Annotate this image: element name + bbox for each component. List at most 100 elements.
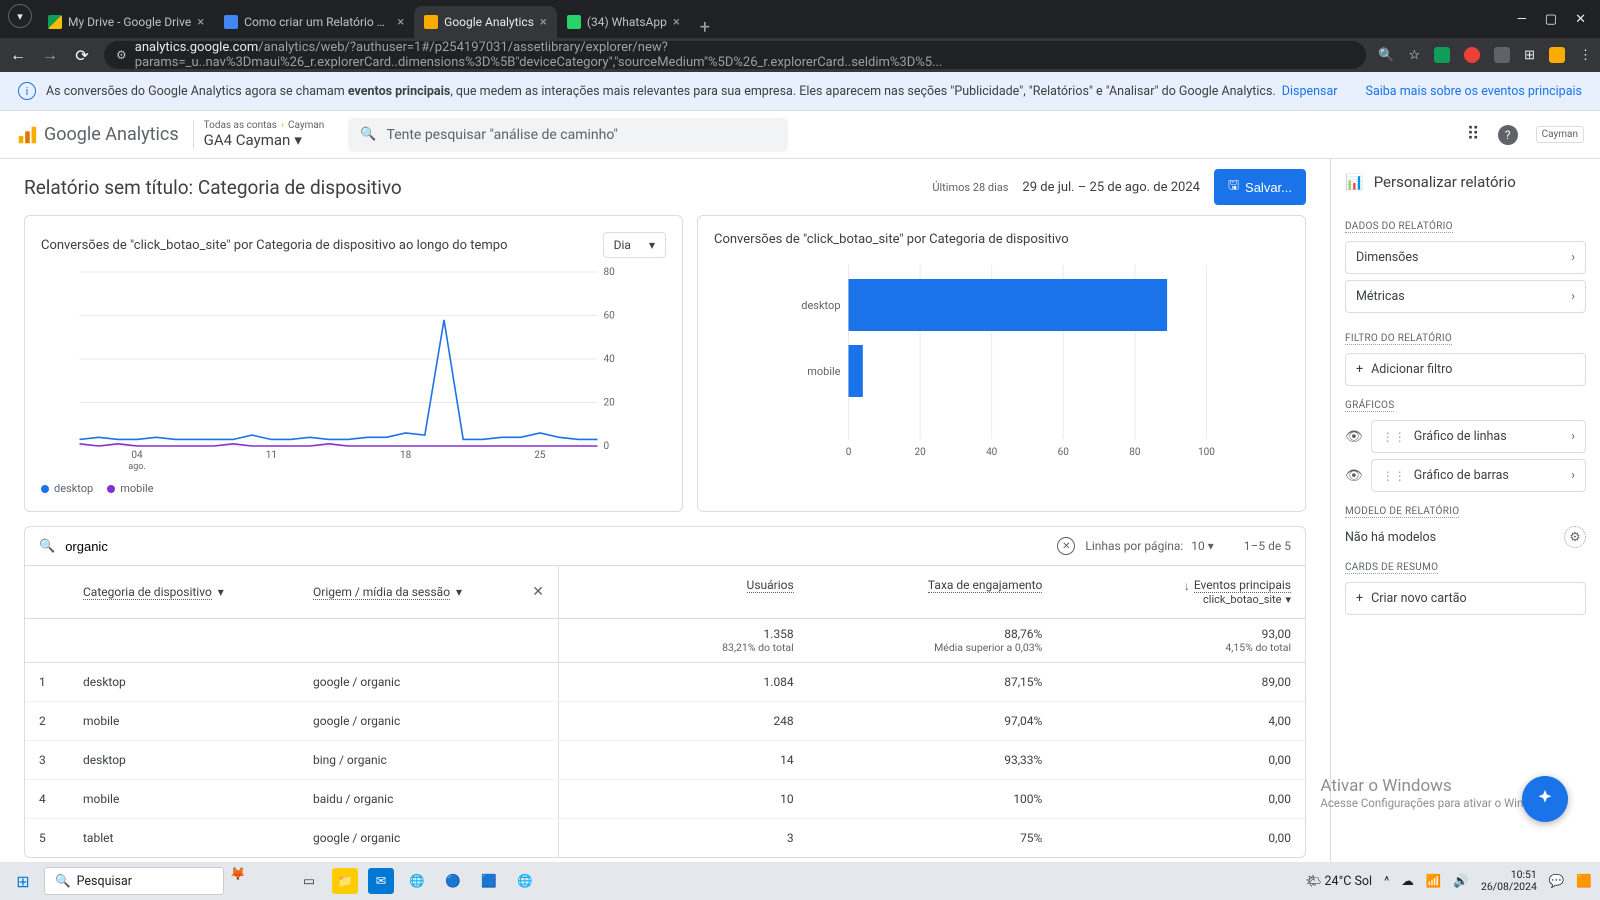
help-icon[interactable]: ? — [1498, 125, 1518, 145]
metrics-button[interactable]: Métricas› — [1345, 280, 1586, 313]
table-search-input[interactable] — [65, 539, 1047, 554]
chevron-down-icon: ▾ — [649, 238, 655, 252]
create-card-button[interactable]: +Criar novo cartão — [1345, 582, 1586, 615]
chart-type-bar[interactable]: ⋮⋮Gráfico de barras› — [1371, 459, 1586, 492]
chrome-active-icon[interactable]: 🌐 — [512, 868, 538, 894]
mail-icon[interactable]: ✉ — [368, 868, 394, 894]
account-chip[interactable]: Cayman — [1536, 126, 1584, 143]
browser-tab-active[interactable]: Google Analytics× — [414, 6, 557, 38]
wifi-icon[interactable]: 📶 — [1426, 874, 1442, 889]
rows-per-page-select[interactable]: 10 ▾ — [1191, 539, 1214, 553]
metric-header[interactable]: ↓Eventos principais click_botao_site ▾ — [1056, 566, 1305, 618]
metric-header[interactable]: Usuários — [559, 566, 808, 618]
extensions-button[interactable]: ⊞ — [1524, 48, 1535, 63]
window-minimize-button[interactable]: — — [1517, 12, 1527, 27]
granularity-selector[interactable]: Dia▾ — [603, 232, 666, 258]
remove-dimension-button[interactable]: ✕ — [532, 584, 544, 600]
svg-text:40: 40 — [604, 354, 616, 365]
browser-toolbar: ← → ⟳ ⚙ analytics.google.com/analytics/w… — [0, 38, 1600, 72]
clear-search-button[interactable]: ✕ — [1057, 537, 1075, 555]
tray-icon[interactable]: 🟧 — [1576, 874, 1592, 889]
drag-handle-icon[interactable]: ⋮⋮ — [1382, 430, 1406, 444]
bookmark-icon[interactable]: ☆ — [1408, 48, 1420, 63]
window-maximize-button[interactable]: ▢ — [1545, 12, 1557, 27]
table-row[interactable]: 4 mobile baidu / organic 10 100% 0,00 — [25, 780, 1305, 819]
browser-menu-button[interactable]: ⋮ — [1579, 48, 1592, 63]
extension-icon[interactable] — [1494, 47, 1510, 63]
table-row[interactable]: 2 mobile google / organic 248 97,04% 4,0… — [25, 702, 1305, 741]
bar-chart: 020406080100desktopmobile — [714, 255, 1289, 465]
plus-icon: + — [1356, 362, 1363, 377]
extension-icon[interactable] — [1549, 47, 1565, 63]
browser-tab[interactable]: (34) WhatsApp× — [557, 6, 690, 38]
close-icon[interactable]: × — [673, 15, 680, 30]
section-header: DADOS DO RELATÓRIO — [1345, 221, 1453, 233]
add-filter-button[interactable]: +Adicionar filtro — [1345, 353, 1586, 386]
search-icon[interactable]: 🔍 — [1378, 48, 1394, 63]
browser-tab[interactable]: Como criar um Relatório no Go× — [214, 6, 414, 38]
ga-logo[interactable]: Google Analytics — [16, 124, 179, 146]
apps-icon[interactable]: ⠿ — [1466, 124, 1479, 145]
table-row[interactable]: 3 desktop bing / organic 14 93,33% 0,00 — [25, 741, 1305, 780]
sort-icon[interactable]: ↓ — [1184, 579, 1190, 593]
clock[interactable]: 10:5126/08/2024 — [1481, 869, 1537, 893]
section-header: GRÁFICOS — [1345, 400, 1394, 412]
file-explorer-icon[interactable]: 📁 — [332, 868, 358, 894]
property-selector[interactable]: Todas as contas›Cayman GA4 Cayman▾ — [193, 120, 325, 149]
tray-chevron-icon[interactable]: ^ — [1384, 874, 1389, 889]
weather-widget[interactable]: 🌤 24°C Sol — [1306, 874, 1373, 889]
browser-tab[interactable]: My Drive - Google Drive× — [38, 6, 214, 38]
dismiss-button[interactable]: Dispensar — [1282, 84, 1338, 99]
chevron-right-icon: › — [281, 120, 284, 131]
table-row[interactable]: 5 tablet google / organic 3 75% 0,00 — [25, 819, 1305, 857]
visibility-toggle[interactable]: 👁 — [1345, 468, 1363, 484]
chevron-down-icon: ▾ — [218, 585, 224, 599]
table-row[interactable]: 1 desktop google / organic 1.084 87,15% … — [25, 663, 1305, 702]
search-input[interactable]: 🔍 Tente pesquisar "análise de caminho" — [348, 118, 788, 152]
chart-title: Conversões de "click_botao_site" por Cat… — [714, 232, 1289, 247]
svg-text:60: 60 — [1058, 447, 1070, 458]
plus-icon: + — [1356, 591, 1363, 606]
app-icon[interactable]: 🟦 — [476, 868, 502, 894]
windows-taskbar: ⊞ 🔍Pesquisar 🦊 ▭ 📁 ✉ 🌐 🔵 🟦 🌐 🌤 24°C Sol … — [0, 862, 1600, 900]
tab-search-button[interactable]: ▾ — [8, 4, 32, 28]
taskbar-search[interactable]: 🔍Pesquisar — [44, 867, 224, 895]
date-range-label: Últimos 28 dias — [932, 181, 1008, 194]
close-icon[interactable]: × — [540, 15, 547, 30]
start-button[interactable]: ⊞ — [8, 866, 38, 896]
dimension-header[interactable]: Origem / mídia da sessão ▾✕ — [299, 566, 559, 618]
site-settings-icon[interactable]: ⚙ — [116, 48, 127, 62]
chart-type-line[interactable]: ⋮⋮Gráfico de linhas› — [1371, 420, 1586, 453]
page-title: Relatório sem título: Categoria de dispo… — [24, 176, 402, 199]
back-button[interactable]: ← — [8, 45, 28, 65]
reload-button[interactable]: ⟳ — [72, 46, 92, 65]
chevron-right-icon: › — [1571, 250, 1575, 265]
app-icon[interactable]: 🔵 — [440, 868, 466, 894]
svg-text:20: 20 — [604, 398, 616, 409]
notifications-icon[interactable]: 💬 — [1549, 874, 1565, 889]
extension-icon[interactable] — [1434, 47, 1450, 63]
visibility-toggle[interactable]: 👁 — [1345, 429, 1363, 445]
gear-icon[interactable]: ⚙ — [1564, 526, 1586, 548]
address-bar[interactable]: ⚙ analytics.google.com/analytics/web/?au… — [104, 41, 1366, 69]
metric-header[interactable]: Taxa de engajamento — [808, 566, 1057, 618]
new-tab-button[interactable]: + — [690, 17, 720, 38]
dimensions-button[interactable]: Dimensões› — [1345, 241, 1586, 274]
forward-button[interactable]: → — [40, 45, 60, 65]
dimension-header[interactable]: Categoria de dispositivo ▾ — [69, 566, 299, 618]
date-range-picker[interactable]: 29 de jul. – 25 de ago. de 2024 — [1022, 180, 1200, 195]
ask-intelligence-button[interactable] — [1522, 776, 1568, 822]
volume-icon[interactable]: 🔊 — [1453, 874, 1469, 889]
chrome-icon[interactable]: 🌐 — [404, 868, 430, 894]
close-icon[interactable]: × — [197, 15, 204, 30]
extension-icon[interactable] — [1464, 47, 1480, 63]
onedrive-icon[interactable]: ☁ — [1401, 873, 1414, 889]
learn-more-link[interactable]: Saiba mais sobre os eventos principais — [1366, 84, 1582, 99]
window-close-button[interactable]: ✕ — [1575, 12, 1586, 27]
save-button[interactable]: 🖫Salvar... — [1214, 169, 1306, 205]
task-view-button[interactable]: ▭ — [296, 868, 322, 894]
property-name: GA4 Cayman — [204, 131, 291, 149]
breadcrumb-item: Todas as contas — [204, 120, 277, 131]
close-icon[interactable]: × — [397, 15, 404, 30]
drag-handle-icon[interactable]: ⋮⋮ — [1382, 469, 1406, 483]
